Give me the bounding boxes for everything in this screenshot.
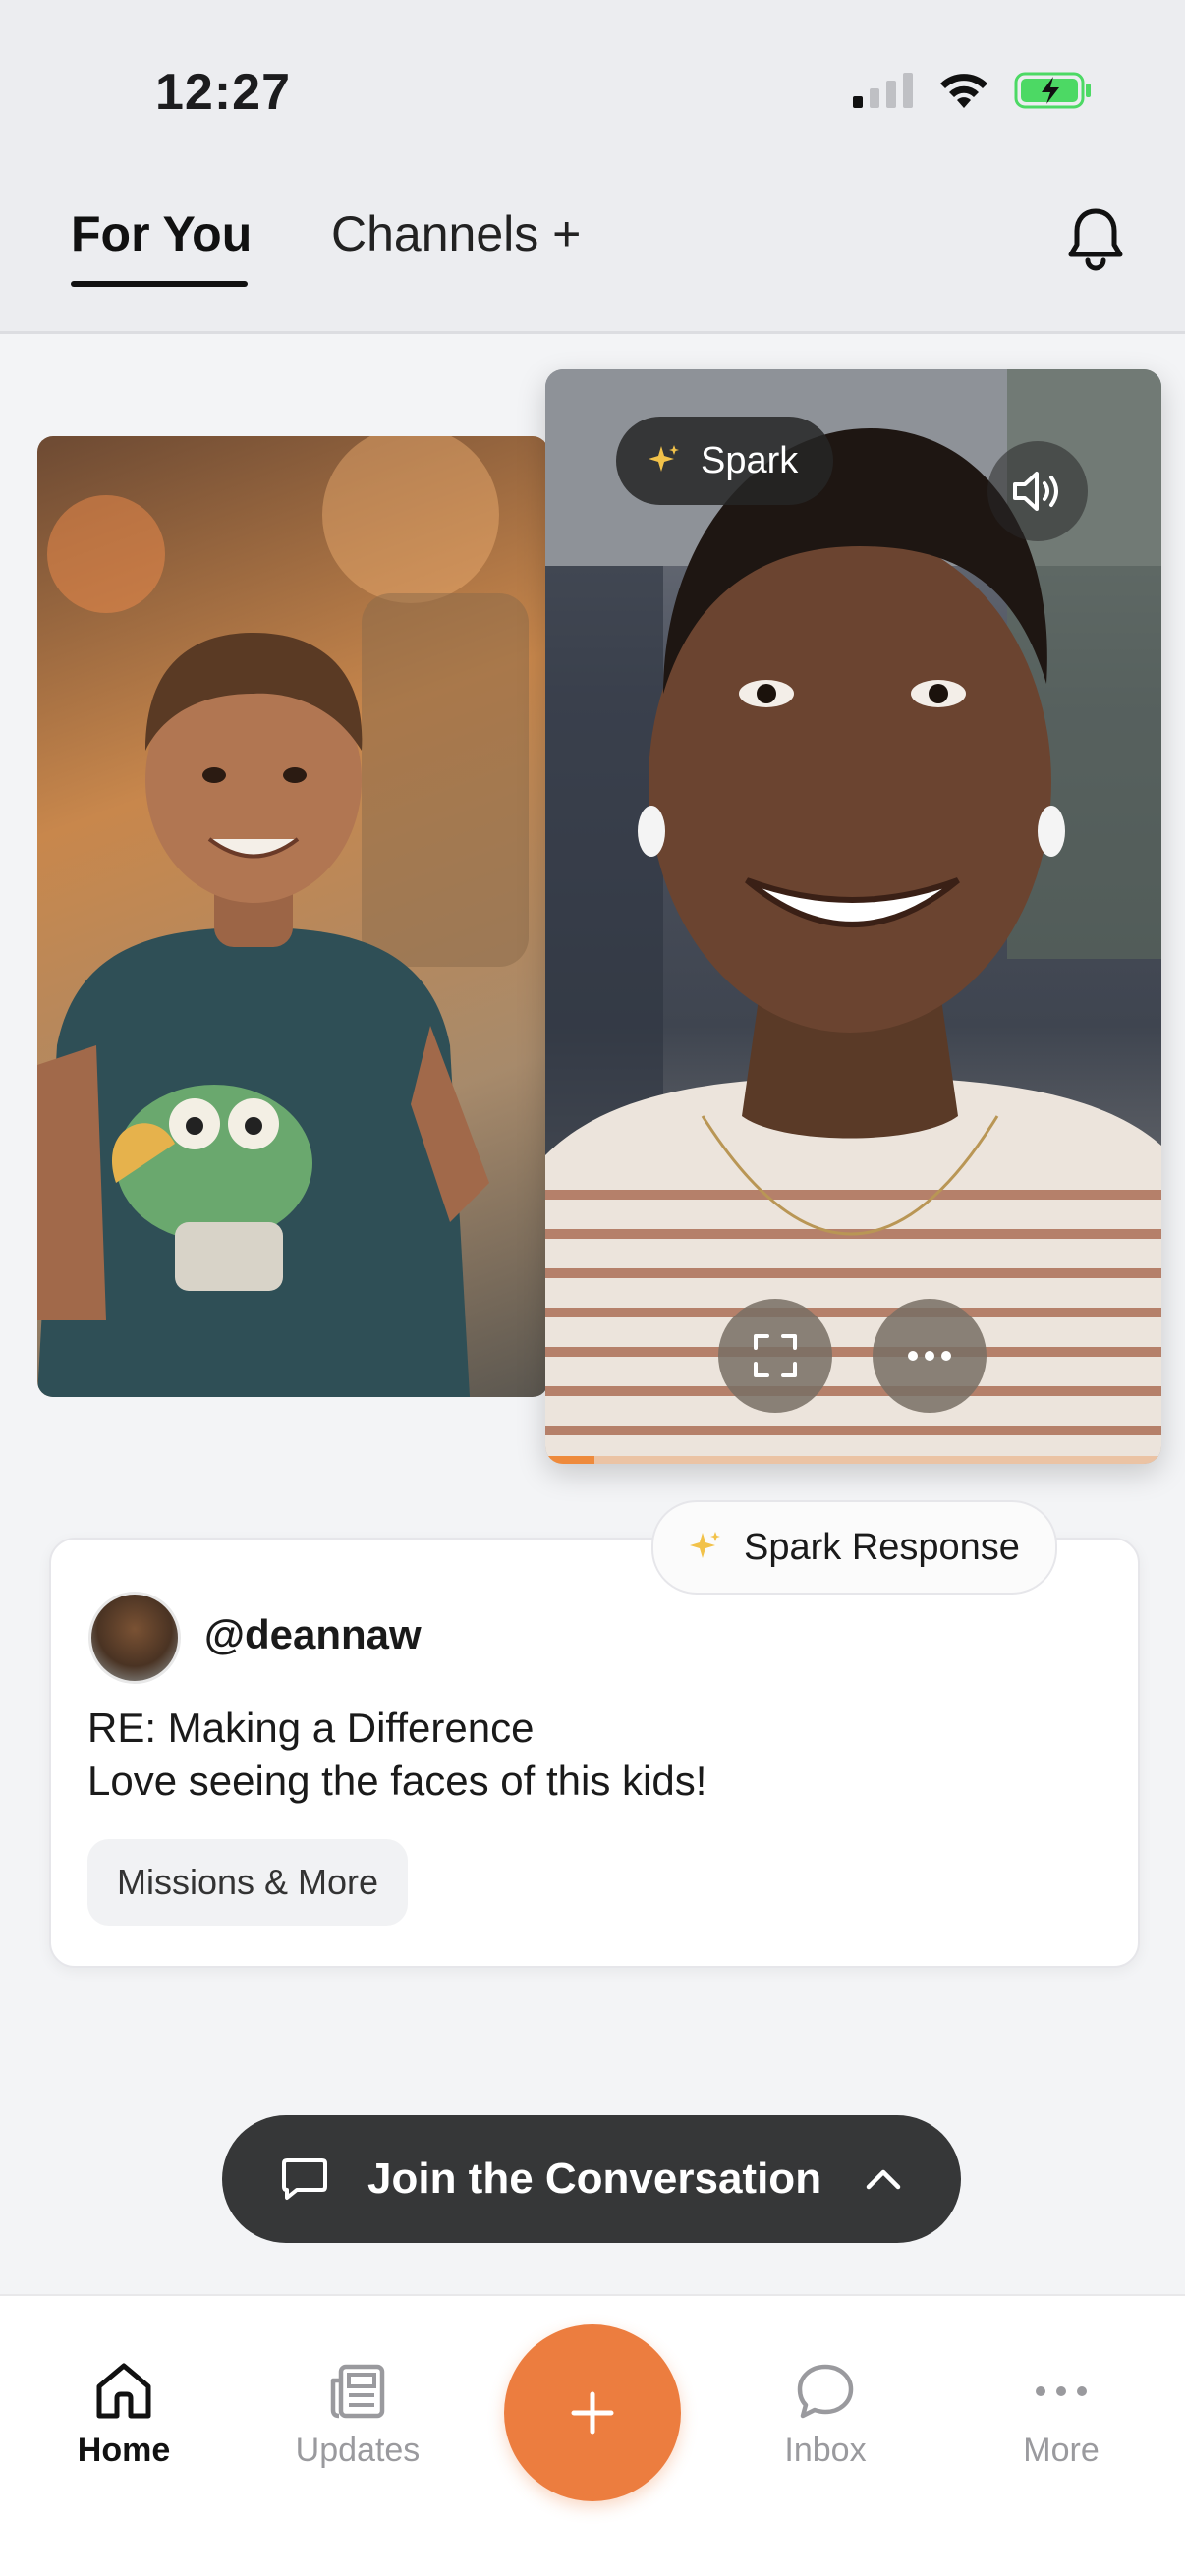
video-progress-fill [545, 1456, 595, 1464]
video-woman-illustration [545, 369, 1161, 1464]
tab-channels[interactable]: Channels + [331, 205, 581, 262]
bell-icon[interactable] [1059, 203, 1132, 276]
spark-label: Spark [701, 439, 799, 481]
status-icons [853, 71, 1093, 110]
join-conversation-button[interactable]: Join the Conversation [222, 2115, 961, 2243]
chat-square-icon [282, 2158, 327, 2200]
nav-updates-label: Updates [295, 2432, 421, 2469]
sparkle-icon [690, 1532, 720, 1558]
sparkle-icon [649, 445, 679, 472]
status-bar: 12:27 [0, 0, 1185, 182]
nav-updates[interactable]: Updates [259, 2361, 456, 2470]
post-message: Love seeing the faces of this kids! [87, 1758, 707, 1804]
nav-home-label: Home [77, 2432, 171, 2469]
chevron-up-icon [866, 2169, 901, 2190]
post-username[interactable]: @deannaw [204, 1611, 422, 1658]
more-dots-icon [1036, 2386, 1087, 2396]
video-progress-track[interactable] [545, 1456, 1161, 1464]
video-more-button[interactable] [873, 1299, 987, 1413]
speaker-icon [1013, 472, 1058, 511]
nav-inbox-label: Inbox [784, 2432, 867, 2469]
nav-more-label: More [1023, 2432, 1100, 2469]
join-conversation-label: Join the Conversation [367, 2155, 822, 2203]
ellipsis-icon [908, 1351, 951, 1361]
expand-icon [754, 1334, 797, 1377]
cellular-signal-icon [853, 73, 913, 108]
bottom-nav: Home Updates Inbox More [0, 2294, 1185, 2576]
wifi-icon [940, 74, 988, 108]
post-card[interactable]: @deannaw RE: Making a Difference Love se… [49, 1538, 1140, 1968]
post-tag[interactable]: Missions & More [87, 1839, 409, 1926]
photo-boy[interactable] [37, 436, 548, 1397]
nav-home[interactable]: Home [26, 2361, 222, 2470]
video-woman[interactable]: Spark [545, 369, 1161, 1464]
nav-inbox[interactable]: Inbox [727, 2361, 924, 2470]
avatar[interactable] [88, 1592, 181, 1684]
tab-for-you[interactable]: For You [71, 205, 252, 262]
top-header: For You Channels + [0, 182, 1185, 334]
battery-charging-icon [1014, 72, 1091, 109]
sound-button[interactable] [988, 441, 1088, 541]
photo-boy-illustration [37, 436, 529, 1397]
newspaper-icon [330, 2364, 385, 2419]
spark-response-label: Spark Response [744, 1526, 1020, 1568]
fullscreen-button[interactable] [718, 1299, 832, 1413]
chat-bubble-icon [797, 2364, 854, 2419]
spark-response-pill[interactable]: Spark Response [651, 1500, 1057, 1595]
create-post-button[interactable] [504, 2324, 681, 2501]
nav-more[interactable]: More [963, 2361, 1159, 2470]
screen: 12:27 For You Channels + Spark @deannaw … [0, 0, 1185, 2576]
plus-icon [571, 2391, 614, 2435]
spark-pill[interactable]: Spark [616, 417, 834, 505]
tab-active-indicator [71, 281, 248, 287]
home-icon [96, 2363, 151, 2419]
post-title: RE: Making a Difference [87, 1705, 535, 1751]
status-time: 12:27 [155, 64, 291, 121]
